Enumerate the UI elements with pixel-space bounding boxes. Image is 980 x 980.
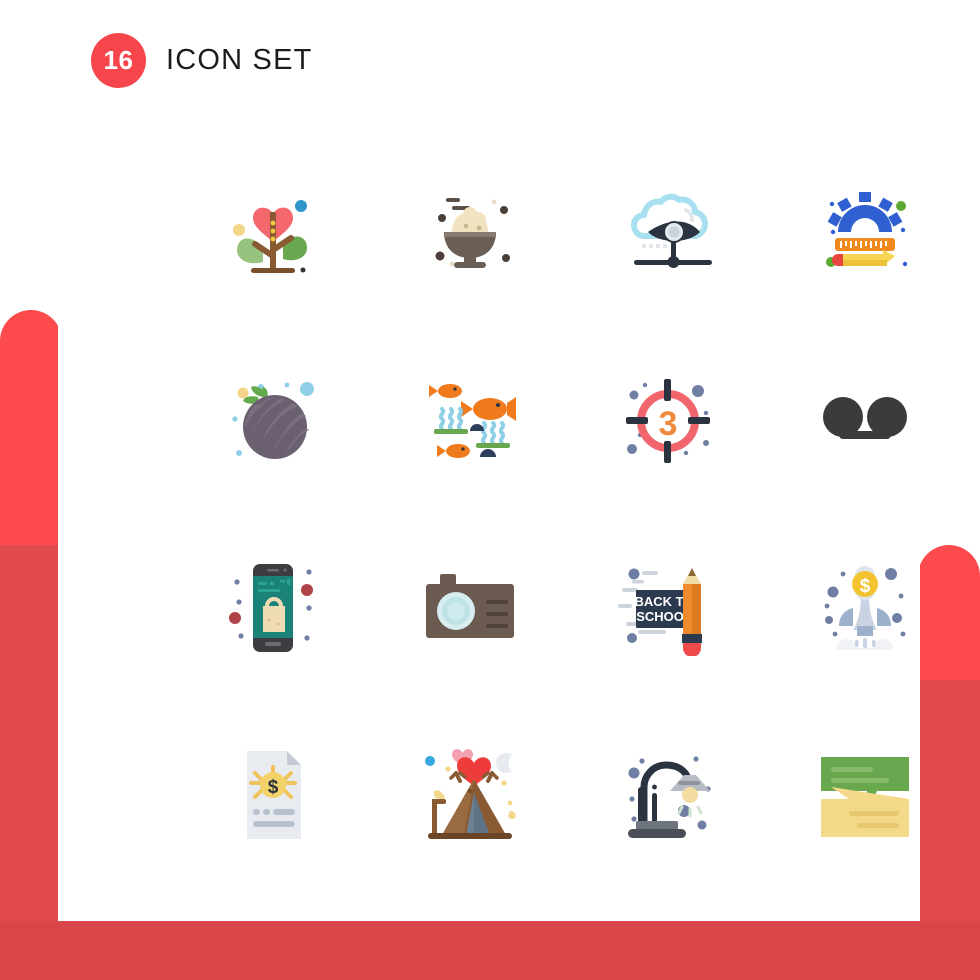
desk-lamp-icon xyxy=(627,755,711,838)
icon-cell-6[interactable] xyxy=(372,327,570,514)
romantic-tent-icon xyxy=(425,748,517,839)
melon-fruit-icon xyxy=(232,381,314,459)
icon-cell-15[interactable] xyxy=(569,701,767,888)
screenshot-canvas: 16 Icon Set xyxy=(0,0,980,980)
header: 16 Icon Set xyxy=(91,33,313,88)
icon-cell-14[interactable] xyxy=(372,701,570,888)
chat-bubbles-icon xyxy=(821,756,910,837)
design-tools-icon xyxy=(826,191,908,267)
aquarium-icon xyxy=(429,383,517,458)
food-bowl-icon xyxy=(435,197,511,268)
rocket-dollar-symbol: $ xyxy=(860,576,871,597)
coin-dollar-symbol: $ xyxy=(267,777,278,798)
icon-cell-4[interactable] xyxy=(767,140,965,327)
countdown-target-icon: 3 xyxy=(625,378,710,463)
invoice-document-icon: $ xyxy=(246,750,301,839)
icon-cell-3[interactable] xyxy=(569,140,767,327)
decor-red-left-shade xyxy=(0,545,62,980)
icon-cell-16[interactable] xyxy=(767,701,965,888)
icon-cell-13[interactable]: $ xyxy=(174,701,372,888)
back-to-school-icon: BACK TO SCHOOL xyxy=(617,567,702,656)
icon-cell-2[interactable] xyxy=(372,140,570,327)
icon-cell-8[interactable] xyxy=(767,327,965,514)
page-title: Icon Set xyxy=(166,44,313,76)
icon-cell-12[interactable]: $ xyxy=(767,514,965,701)
icon-cell-10[interactable] xyxy=(372,514,570,701)
countdown-number: 3 xyxy=(658,405,677,443)
camera-icon xyxy=(426,573,515,638)
icon-count-badge: 16 xyxy=(91,33,146,88)
mobile-shopping-icon xyxy=(228,563,313,652)
icon-cell-7[interactable]: 3 xyxy=(569,327,767,514)
icon-cell-1[interactable] xyxy=(174,140,372,327)
icon-cell-5[interactable] xyxy=(174,327,372,514)
icon-set-card: 16 Icon Set xyxy=(58,0,920,921)
startup-rocket-icon: $ xyxy=(824,565,906,650)
decor-red-bottom-band xyxy=(0,921,980,980)
glasses-icon xyxy=(823,396,908,439)
icon-cell-11[interactable]: BACK TO SCHOOL xyxy=(569,514,767,701)
icon-cell-9[interactable] xyxy=(174,514,372,701)
cloud-monitoring-icon xyxy=(630,193,712,268)
heart-flower-icon xyxy=(232,199,307,273)
icon-grid: 3 BACK TO SCHOOL $ $ xyxy=(174,140,964,888)
